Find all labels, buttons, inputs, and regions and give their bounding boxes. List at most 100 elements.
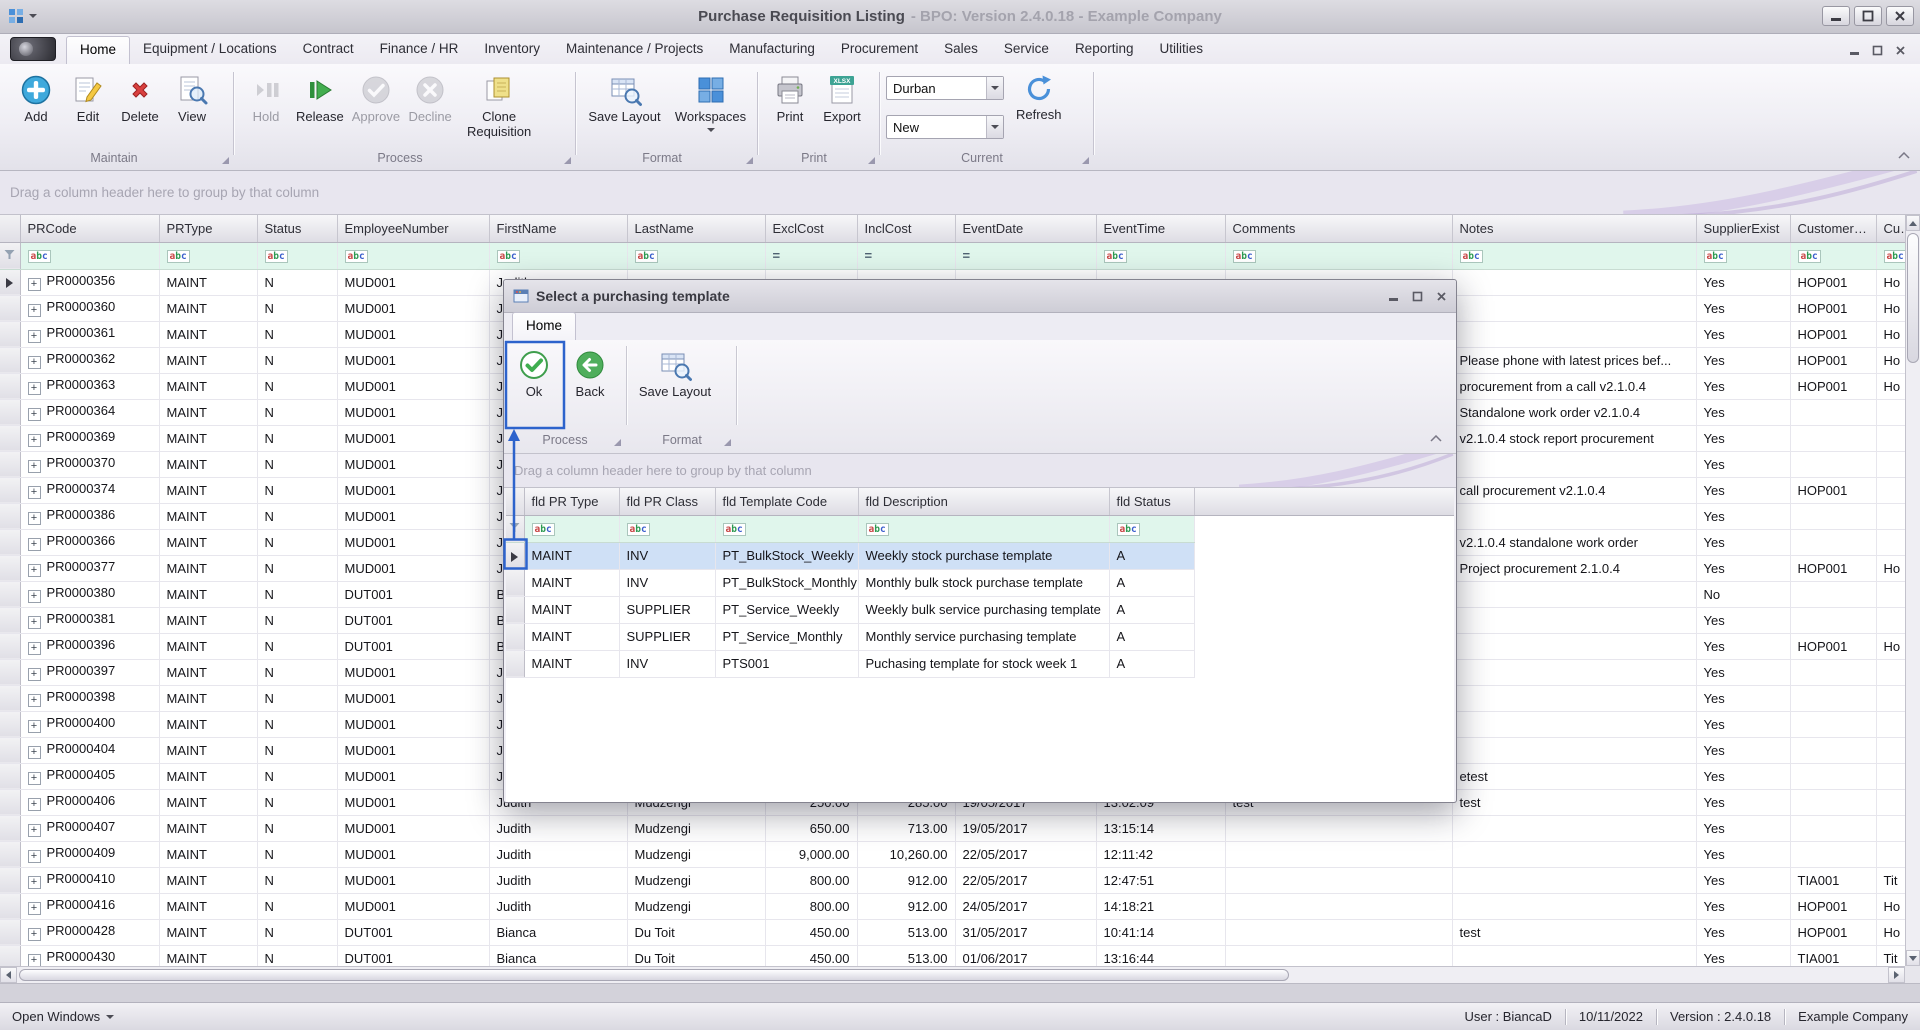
- table-row[interactable]: + PR0000416 MAINT N MUD001 Judith Mudzengi 800.…: [0, 893, 1905, 920]
- cell[interactable]: Weekly bulk service purchasing template: [858, 596, 1110, 624]
- row-indicator[interactable]: [506, 569, 525, 597]
- cell[interactable]: A: [1109, 542, 1195, 570]
- cell[interactable]: INV: [619, 542, 716, 570]
- cell[interactable]: A: [1109, 623, 1195, 651]
- column-header[interactable]: SupplierExist: [1696, 215, 1791, 243]
- cell[interactable]: [1876, 581, 1905, 608]
- cell[interactable]: N: [257, 841, 338, 868]
- cell[interactable]: MAINT: [159, 919, 258, 946]
- cell[interactable]: + PR0000396: [20, 633, 160, 660]
- cell[interactable]: [1225, 841, 1453, 868]
- row-indicator[interactable]: [0, 425, 21, 452]
- cell[interactable]: DUT001: [337, 607, 490, 634]
- dialog-minimize-icon[interactable]: [1388, 291, 1399, 302]
- cell[interactable]: MAINT: [524, 569, 620, 597]
- dialog-ribbon-collapse-icon[interactable]: [1430, 430, 1442, 445]
- filter-cell[interactable]: abc: [20, 242, 160, 270]
- cell[interactable]: INV: [619, 650, 716, 678]
- row-indicator[interactable]: [0, 919, 21, 946]
- cell[interactable]: DUT001: [337, 581, 490, 608]
- cell[interactable]: MUD001: [337, 321, 490, 348]
- cell[interactable]: + PR0000381: [20, 607, 160, 634]
- cell[interactable]: MUD001: [337, 529, 490, 556]
- row-indicator[interactable]: [0, 477, 21, 504]
- cell[interactable]: + PR0000369: [20, 425, 160, 452]
- cell[interactable]: [1876, 477, 1905, 504]
- vertical-scrollbar[interactable]: [1905, 215, 1920, 966]
- cell[interactable]: [1452, 893, 1697, 920]
- cell[interactable]: + PR0000380: [20, 581, 160, 608]
- cell[interactable]: MUD001: [337, 893, 490, 920]
- filter-cell[interactable]: abc: [1452, 242, 1697, 270]
- cell[interactable]: Yes: [1696, 737, 1791, 764]
- cell[interactable]: [1790, 529, 1877, 556]
- cell[interactable]: [1452, 711, 1697, 738]
- abc-filter-icon[interactable]: abc: [1116, 523, 1140, 537]
- expand-icon[interactable]: +: [27, 616, 41, 629]
- row-indicator[interactable]: [0, 295, 21, 322]
- row-indicator[interactable]: [0, 893, 21, 920]
- cell[interactable]: MAINT: [159, 269, 258, 296]
- filter-cell[interactable]: abc: [715, 515, 859, 543]
- cell[interactable]: PT_BulkStock_Weekly: [715, 542, 859, 570]
- cell[interactable]: MUD001: [337, 685, 490, 712]
- cell[interactable]: Ho: [1876, 633, 1905, 660]
- cell[interactable]: Yes: [1696, 503, 1791, 530]
- row-indicator[interactable]: [0, 607, 21, 634]
- cell[interactable]: PT_Service_Weekly: [715, 596, 859, 624]
- cell[interactable]: N: [257, 503, 338, 530]
- cell[interactable]: Yes: [1696, 789, 1791, 816]
- cell[interactable]: test: [1452, 789, 1697, 816]
- horizontal-scrollbar[interactable]: [0, 966, 1905, 983]
- cell[interactable]: N: [257, 529, 338, 556]
- expand-icon[interactable]: +: [27, 928, 41, 941]
- row-indicator[interactable]: [0, 711, 21, 738]
- dialog-tab-home[interactable]: Home: [512, 312, 577, 340]
- abc-filter-icon[interactable]: abc: [264, 250, 288, 264]
- column-header[interactable]: EmployeeNumber: [337, 215, 490, 243]
- cell[interactable]: + PR0000362: [20, 347, 160, 374]
- row-indicator[interactable]: [506, 623, 525, 651]
- column-header[interactable]: InclCost: [857, 215, 956, 243]
- cell[interactable]: MAINT: [159, 295, 258, 322]
- cell[interactable]: Ho: [1876, 555, 1905, 582]
- cell[interactable]: TIA001: [1790, 867, 1877, 894]
- row-indicator[interactable]: [0, 737, 21, 764]
- cell[interactable]: N: [257, 789, 338, 816]
- cell[interactable]: [1876, 451, 1905, 478]
- open-windows-button[interactable]: Open Windows: [12, 1009, 115, 1024]
- column-header[interactable]: fld PR Type: [524, 488, 620, 516]
- cell[interactable]: MAINT: [524, 650, 620, 678]
- cell[interactable]: + PR0000356: [20, 269, 160, 296]
- cell[interactable]: Monthly bulk stock purchase template: [858, 569, 1110, 597]
- cell[interactable]: PTS001: [715, 650, 859, 678]
- cell[interactable]: 13:15:14: [1096, 815, 1226, 842]
- cell[interactable]: PT_BulkStock_Monthly: [715, 569, 859, 597]
- dialog-maximize-icon[interactable]: [1412, 291, 1423, 302]
- cell[interactable]: 12:47:51: [1096, 867, 1226, 894]
- cell[interactable]: MUD001: [337, 815, 490, 842]
- cell[interactable]: call procurement v2.1.0.4: [1452, 477, 1697, 504]
- tab-manufacturing[interactable]: Manufacturing: [716, 36, 828, 64]
- cell[interactable]: Yes: [1696, 659, 1791, 686]
- cell[interactable]: + PR0000360: [20, 295, 160, 322]
- cell[interactable]: MAINT: [159, 815, 258, 842]
- table-row[interactable]: MAINT SUPPLIER PT_Service_Weekly Weekly bul…: [506, 596, 1454, 624]
- mdi-restore-icon[interactable]: [1872, 45, 1883, 56]
- cell[interactable]: Yes: [1696, 321, 1791, 348]
- cell[interactable]: MUD001: [337, 347, 490, 374]
- cell[interactable]: MAINT: [159, 893, 258, 920]
- cell[interactable]: Judith: [489, 815, 628, 842]
- cell[interactable]: MAINT: [159, 373, 258, 400]
- cell[interactable]: [1790, 503, 1877, 530]
- cell[interactable]: + PR0000398: [20, 685, 160, 712]
- cell[interactable]: Yes: [1696, 425, 1791, 452]
- expand-icon[interactable]: +: [27, 590, 41, 603]
- column-header[interactable]: fld PR Class: [619, 488, 716, 516]
- cell[interactable]: + PR0000370: [20, 451, 160, 478]
- cell[interactable]: Yes: [1696, 529, 1791, 556]
- cell[interactable]: 24/05/2017: [955, 893, 1097, 920]
- cell[interactable]: Judith: [489, 893, 628, 920]
- cell[interactable]: + PR0000400: [20, 711, 160, 738]
- cell[interactable]: Judith: [489, 841, 628, 868]
